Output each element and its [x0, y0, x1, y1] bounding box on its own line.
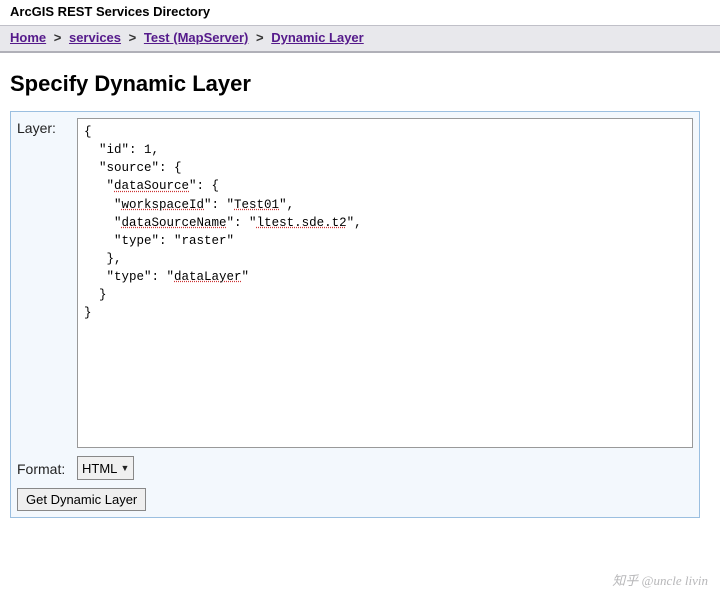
breadcrumb-sep: > — [129, 30, 137, 45]
breadcrumb-sep: > — [256, 30, 264, 45]
breadcrumb-sep: > — [54, 30, 62, 45]
breadcrumb-services[interactable]: services — [69, 30, 121, 45]
page-title: Specify Dynamic Layer — [10, 71, 710, 97]
breadcrumb: Home > services > Test (MapServer) > Dyn… — [0, 25, 720, 53]
format-label: Format: — [17, 459, 77, 477]
breadcrumb-dynamic-layer[interactable]: Dynamic Layer — [271, 30, 364, 45]
layer-json-input[interactable]: { "id": 1, "source": { "dataSource": { "… — [77, 118, 693, 448]
dynamic-layer-form: Layer: { "id": 1, "source": { "dataSourc… — [10, 111, 700, 518]
format-select-value: HTML — [82, 461, 117, 476]
breadcrumb-test-mapserver[interactable]: Test (MapServer) — [144, 30, 249, 45]
layer-label: Layer: — [17, 118, 77, 136]
get-dynamic-layer-button[interactable]: Get Dynamic Layer — [17, 488, 146, 511]
format-select[interactable]: HTML ▼ — [77, 456, 134, 480]
directory-title: ArcGIS REST Services Directory — [0, 0, 720, 25]
breadcrumb-home[interactable]: Home — [10, 30, 46, 45]
chevron-down-icon: ▼ — [120, 463, 129, 473]
watermark: 知乎 @uncle livin — [612, 570, 708, 589]
